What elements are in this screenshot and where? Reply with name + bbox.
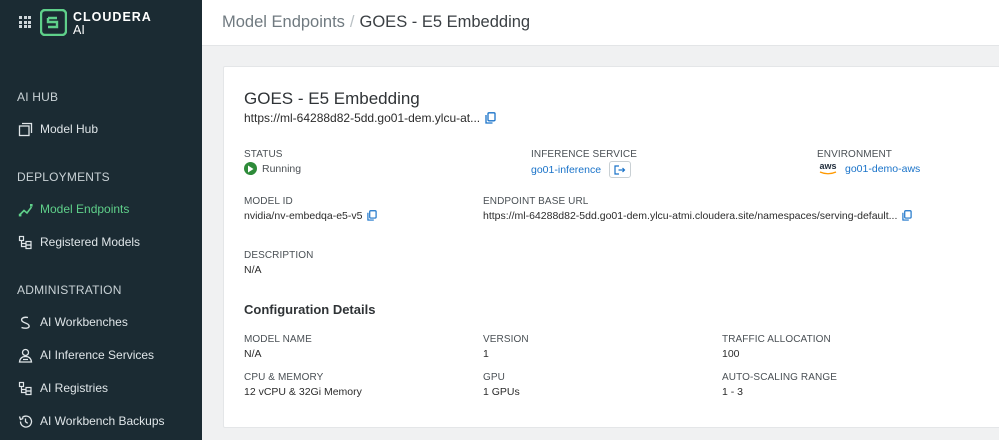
traffic-allocation-label: TRAFFIC ALLOCATION xyxy=(722,334,831,345)
model-name-label: MODEL NAME xyxy=(244,334,312,345)
endpoint-details-card: GOES - E5 Embedding https://ml-64288d82-… xyxy=(223,66,999,428)
page-header: Model Endpoints / GOES - E5 Embedding xyxy=(202,0,999,46)
copy-icon[interactable] xyxy=(902,210,913,222)
page-title: GOES - E5 Embedding xyxy=(244,89,420,108)
breadcrumb: Model Endpoints / GOES - E5 Embedding xyxy=(222,13,530,32)
inference-service-link[interactable]: go01-inference xyxy=(531,164,601,176)
workbenches-icon xyxy=(17,314,33,330)
sidebar-item-model-hub[interactable]: Model Hub xyxy=(0,114,202,144)
sidebar-item-ai-inference-services[interactable]: AI Inference Services xyxy=(0,340,202,370)
cloudera-logo-icon xyxy=(40,9,67,36)
sidebar-item-label: AI Workbench Backups xyxy=(40,414,165,428)
status-badge: Running xyxy=(244,162,301,175)
status-label: STATUS xyxy=(244,149,283,160)
sidebar-section-administration: ADMINISTRATION xyxy=(17,283,122,297)
backups-icon xyxy=(17,413,33,429)
sidebar-section-ai-hub: AI HUB xyxy=(17,90,59,104)
auto-scaling-range-value: 1 - 3 xyxy=(722,386,744,398)
breadcrumb-separator: / xyxy=(349,13,355,31)
endpoint-base-url-value: https://ml-64288d82-5dd.go01-dem.ylcu-at… xyxy=(483,210,898,222)
endpoint-url-text: https://ml-64288d82-5dd.go01-dem.ylcu-at… xyxy=(244,111,481,125)
model-name-value: N/A xyxy=(244,348,262,360)
sidebar-item-label: AI Inference Services xyxy=(40,348,155,362)
brand-sub: AI xyxy=(73,23,85,37)
endpoint-base-url: https://ml-64288d82-5dd.go01-dem.ylcu-at… xyxy=(483,210,913,222)
sidebar-item-label: Model Endpoints xyxy=(40,202,130,216)
sidebar-item-label: AI Workbenches xyxy=(40,315,128,329)
sidebar-item-ai-workbench-backups[interactable]: AI Workbench Backups xyxy=(0,406,202,436)
status-value: Running xyxy=(262,162,302,175)
sidebar-item-ai-workbenches[interactable]: AI Workbenches xyxy=(0,307,202,337)
copy-icon[interactable] xyxy=(367,210,378,222)
sidebar-item-registered-models[interactable]: Registered Models xyxy=(0,227,202,257)
open-inference-button[interactable] xyxy=(609,161,632,178)
model-hub-icon xyxy=(17,121,33,137)
auto-scaling-range-label: AUTO-SCALING RANGE xyxy=(722,372,837,383)
environment-link[interactable]: go01-demo-aws xyxy=(845,163,920,175)
gpu-value: 1 GPUs xyxy=(483,386,520,398)
inference-service: go01-inference xyxy=(531,161,632,178)
model-id-value: nvidia/nv-embedqa-e5-v5 xyxy=(244,210,363,222)
gpu-label: GPU xyxy=(483,372,505,383)
cpu-memory-value: 12 vCPU & 32Gi Memory xyxy=(244,386,362,398)
inference-services-icon xyxy=(17,347,33,363)
environment-label: ENVIRONMENT xyxy=(817,149,892,160)
cpu-memory-label: CPU & MEMORY xyxy=(244,372,324,383)
copy-icon[interactable] xyxy=(485,112,496,124)
version-value: 1 xyxy=(483,348,489,360)
brand-name: CLOUDERA xyxy=(73,10,152,24)
inference-service-label: INFERENCE SERVICE xyxy=(531,149,637,160)
model-id-label: MODEL ID xyxy=(244,196,293,207)
running-play-icon xyxy=(244,162,257,175)
breadcrumb-current: GOES - E5 Embedding xyxy=(359,13,531,31)
registered-models-icon xyxy=(17,234,33,250)
sidebar-item-ai-registries[interactable]: AI Registries xyxy=(0,373,202,403)
version-label: VERSION xyxy=(483,334,529,345)
breadcrumb-parent[interactable]: Model Endpoints xyxy=(222,13,345,32)
traffic-allocation-value: 100 xyxy=(722,348,740,360)
sidebar-item-model-endpoints[interactable]: Model Endpoints xyxy=(0,194,202,224)
description-value: N/A xyxy=(244,264,262,276)
endpoint-base-url-label: ENDPOINT BASE URL xyxy=(483,196,589,207)
sidebar-item-label: AI Registries xyxy=(40,381,109,395)
sidebar-section-deployments: DEPLOYMENTS xyxy=(17,170,110,184)
model-id: nvidia/nv-embedqa-e5-v5 xyxy=(244,210,378,222)
description-label: DESCRIPTION xyxy=(244,250,314,261)
endpoint-url: https://ml-64288d82-5dd.go01-dem.ylcu-at… xyxy=(244,111,496,125)
environment: aws go01-demo-aws xyxy=(817,162,920,176)
configuration-details-title: Configuration Details xyxy=(244,302,376,317)
registries-icon xyxy=(17,380,33,396)
sidebar-item-label: Registered Models xyxy=(40,235,141,249)
app-launcher-icon[interactable] xyxy=(19,16,31,28)
open-external-icon xyxy=(614,164,626,175)
aws-icon: aws xyxy=(817,162,839,176)
sidebar: CLOUDERA AI AI HUB Model Hub DEPLOYMENTS… xyxy=(0,0,202,440)
sidebar-item-label: Model Hub xyxy=(40,122,99,136)
model-endpoints-icon xyxy=(17,201,33,217)
